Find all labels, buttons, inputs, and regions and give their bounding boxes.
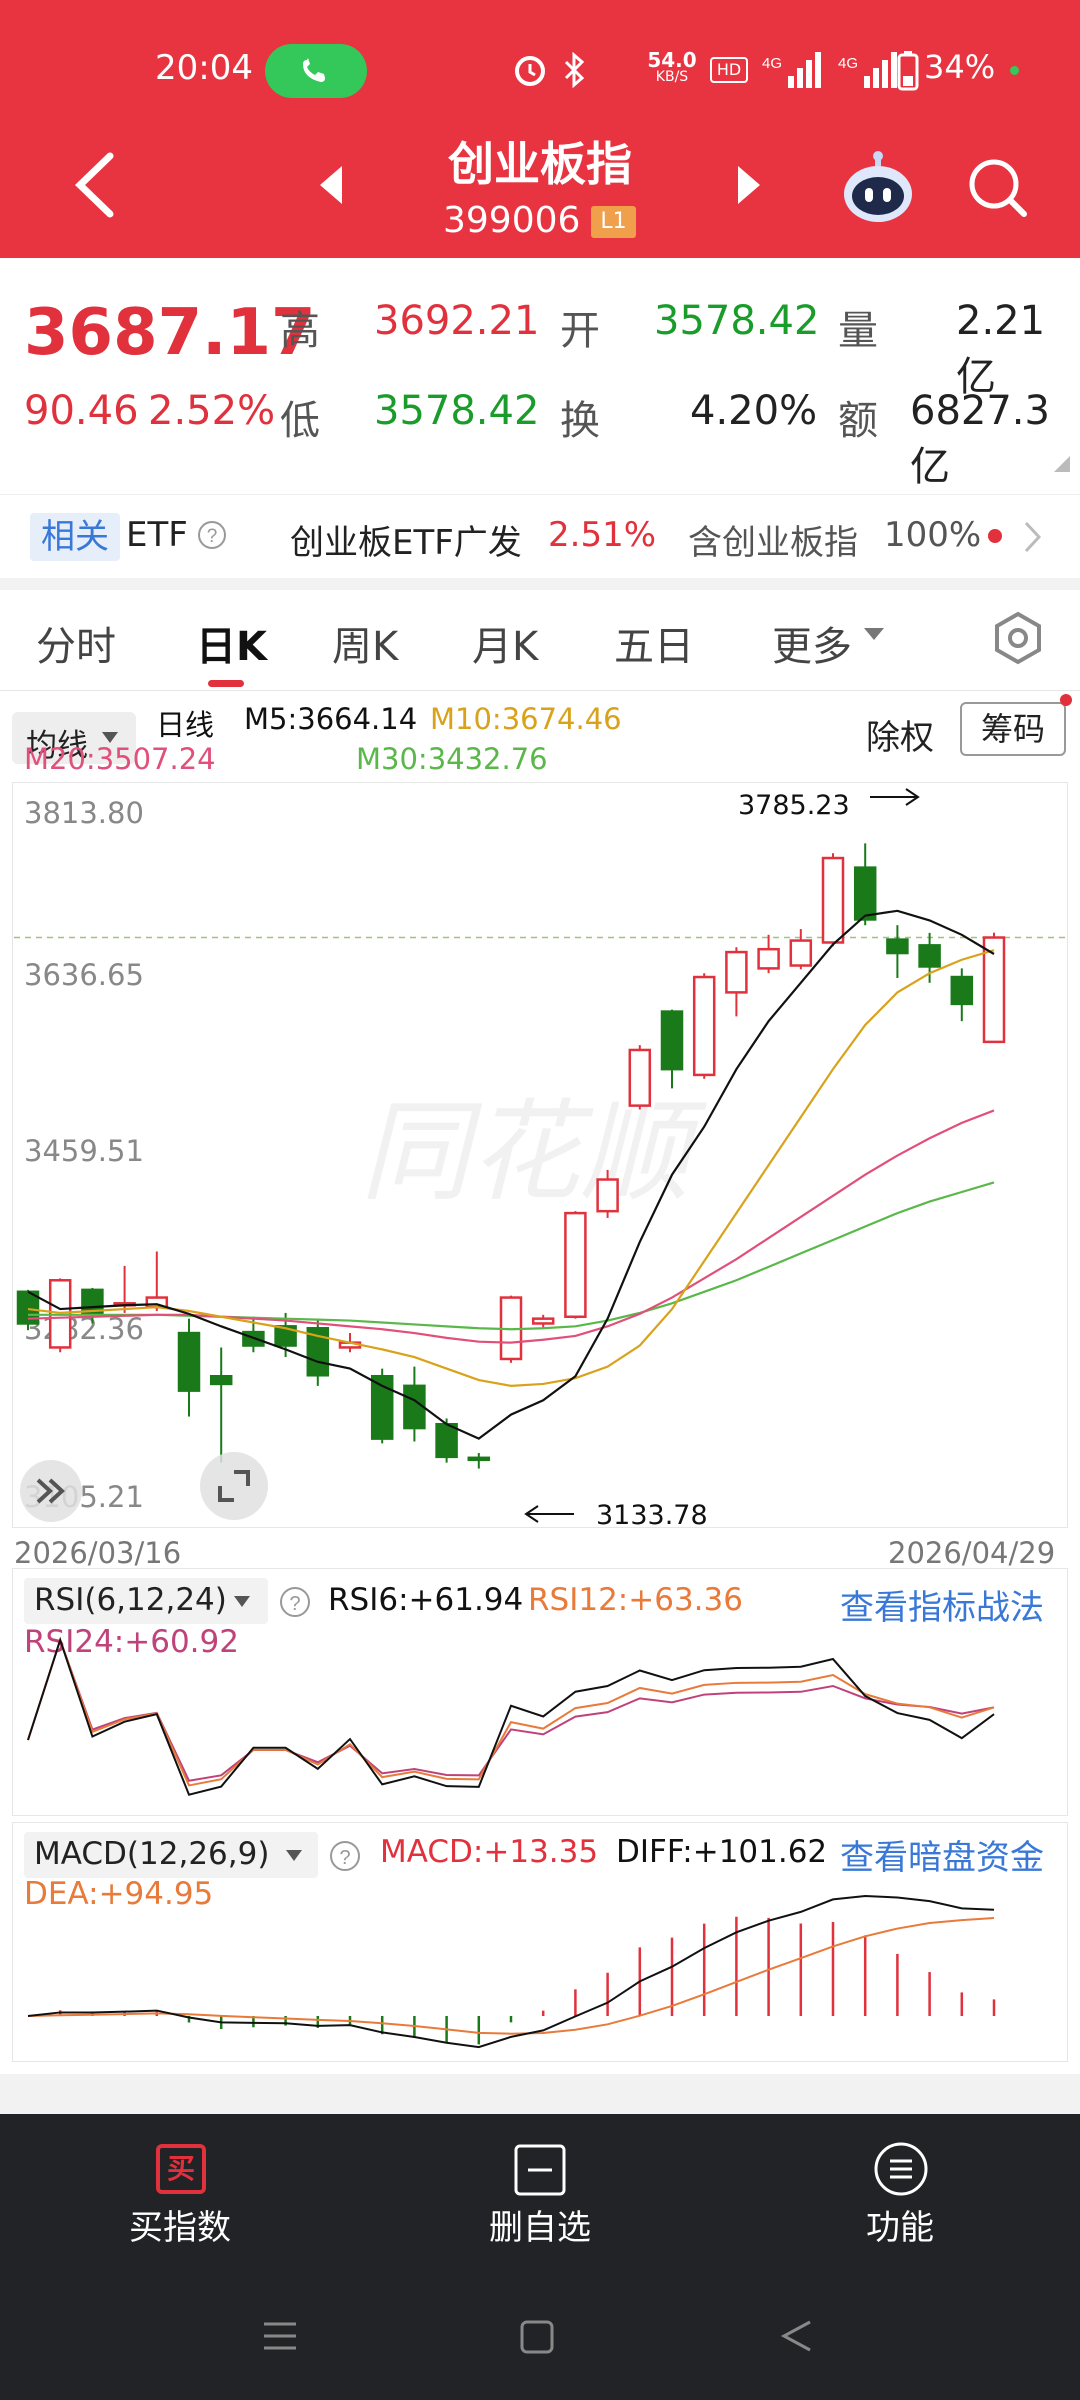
remove-watchlist-icon xyxy=(514,2144,566,2196)
remove-watchlist-button[interactable]: 删自选 xyxy=(440,2200,640,2249)
menu-nav-icon[interactable] xyxy=(260,2316,300,2356)
macd-chart xyxy=(27,1894,996,2049)
section-gap xyxy=(0,2074,1080,2114)
back-nav-icon[interactable] xyxy=(776,2316,816,2356)
buy-index-button[interactable]: 买指数 xyxy=(80,2200,280,2249)
buy-icon: 买 xyxy=(156,2144,206,2194)
home-nav-icon[interactable] xyxy=(518,2318,556,2356)
diff-line xyxy=(27,1894,995,2049)
functions-button[interactable]: 功能 xyxy=(800,2200,1000,2249)
functions-icon xyxy=(874,2142,928,2196)
